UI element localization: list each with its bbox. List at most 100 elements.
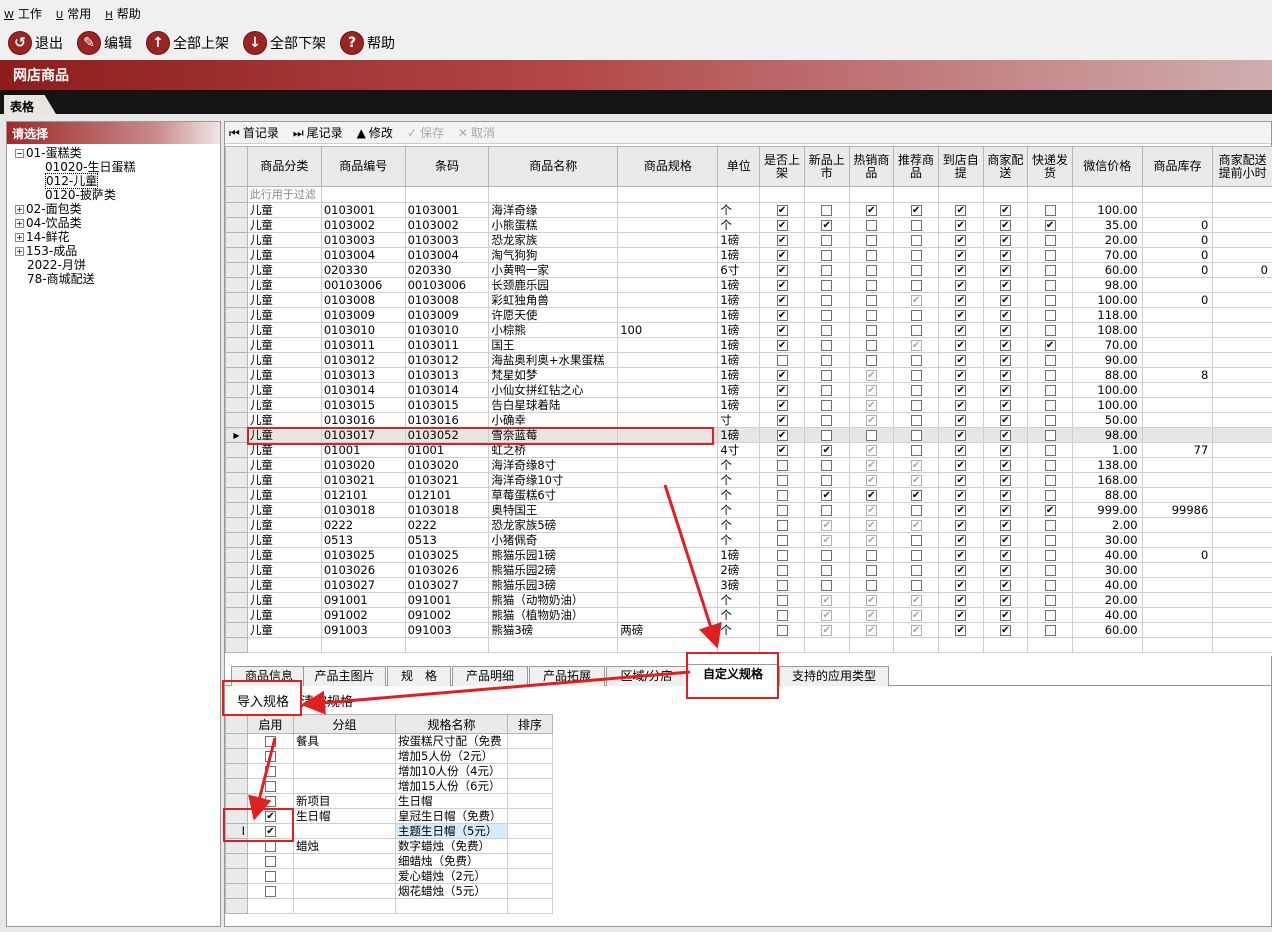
expand-icon[interactable]: +: [15, 246, 24, 256]
grid-checkbox[interactable]: [821, 579, 833, 591]
grid-checkbox[interactable]: [955, 339, 967, 351]
grid-checkbox[interactable]: [910, 339, 922, 351]
grid-checkbox[interactable]: [821, 429, 833, 441]
sort-cell[interactable]: [507, 778, 553, 794]
table-cell[interactable]: [1212, 532, 1272, 548]
table-cell[interactable]: [1212, 412, 1272, 428]
grid-checkbox[interactable]: [999, 624, 1011, 636]
grid-checkbox[interactable]: [910, 204, 922, 216]
table-cell[interactable]: [1212, 457, 1272, 473]
table-cell[interactable]: 0103026: [320, 562, 406, 578]
table-row[interactable]: 儿童091002091002熊猫（植物奶油）个40.00: [225, 607, 1272, 623]
table-cell[interactable]: 1.00: [1071, 442, 1143, 458]
table-cell[interactable]: [617, 292, 719, 308]
table-row[interactable]: 儿童091001091001熊猫（动物奶油）个20.00: [225, 592, 1272, 608]
grid-checkbox[interactable]: [865, 264, 877, 276]
table-cell[interactable]: 儿童: [246, 457, 322, 473]
table-cell[interactable]: 100.00: [1071, 382, 1143, 398]
spec-column-header[interactable]: 排序: [507, 714, 553, 734]
table-cell[interactable]: 108.00: [1071, 322, 1143, 338]
table-cell[interactable]: 儿童: [246, 322, 322, 338]
grid-checkbox[interactable]: [821, 504, 833, 516]
table-cell[interactable]: 小仙女拼红钻之心: [488, 382, 619, 398]
table-cell[interactable]: [617, 217, 719, 233]
table-cell[interactable]: [617, 517, 719, 533]
table-cell[interactable]: 小确幸: [488, 412, 619, 428]
table-cell[interactable]: 0103008: [404, 292, 490, 308]
table-cell[interactable]: 告白星球着陆: [488, 397, 619, 413]
grid-checkbox[interactable]: [821, 549, 833, 561]
table-cell[interactable]: 1磅: [717, 352, 761, 368]
grid-checkbox[interactable]: [955, 384, 967, 396]
enable-checkbox[interactable]: [265, 825, 276, 837]
table-cell[interactable]: [617, 457, 719, 473]
grid-checkbox[interactable]: [865, 594, 877, 606]
table-cell[interactable]: 儿童: [246, 202, 322, 218]
table-cell[interactable]: 0103002: [404, 217, 490, 233]
grid-checkbox[interactable]: [1044, 489, 1056, 501]
grid-checkbox[interactable]: [1044, 279, 1056, 291]
grid-checkbox[interactable]: [999, 279, 1011, 291]
filter-cell[interactable]: [982, 186, 1029, 203]
table-cell[interactable]: 0103003: [320, 232, 406, 248]
column-header[interactable]: 商品库存: [1141, 146, 1214, 187]
grid-checkbox[interactable]: [776, 204, 788, 216]
table-cell[interactable]: 儿童: [246, 547, 322, 563]
table-cell[interactable]: 100: [617, 322, 719, 338]
table-cell[interactable]: [617, 367, 719, 383]
grid-checkbox[interactable]: [865, 309, 877, 321]
table-cell[interactable]: [617, 442, 719, 458]
grid-checkbox[interactable]: [999, 219, 1011, 231]
table-cell[interactable]: 90.00: [1071, 352, 1143, 368]
grid-checkbox[interactable]: [1044, 264, 1056, 276]
grid-checkbox[interactable]: [1044, 609, 1056, 621]
table-cell[interactable]: 雪奈蓝莓: [488, 427, 619, 443]
table-cell[interactable]: 0103003: [404, 232, 490, 248]
expand-icon[interactable]: +: [15, 204, 24, 214]
spec-name-cell[interactable]: 主题生日帽（5元）: [395, 823, 508, 839]
table-cell[interactable]: 儿童: [246, 337, 322, 353]
table-cell[interactable]: [617, 277, 719, 293]
grid-checkbox[interactable]: [999, 234, 1011, 246]
grid-checkbox[interactable]: [776, 324, 788, 336]
sort-cell[interactable]: [507, 748, 553, 764]
toolbar-button-2[interactable]: ↑ 全部上架: [146, 31, 229, 55]
sort-cell[interactable]: [507, 838, 553, 854]
grid-checkbox[interactable]: [821, 204, 833, 216]
grid-checkbox[interactable]: [865, 339, 877, 351]
table-row[interactable]: 儿童020330020330小黄鸭一家6寸60.0000: [225, 262, 1272, 278]
filter-cell[interactable]: [1141, 186, 1214, 203]
table-row[interactable]: 儿童01030150103015告白星球着陆1磅100.00: [225, 397, 1272, 413]
table-cell[interactable]: 个: [717, 472, 761, 488]
table-cell[interactable]: 0103027: [404, 577, 490, 593]
table-row[interactable]: 儿童01030210103021海洋奇缘10寸个168.00: [225, 472, 1272, 488]
grid-checkbox[interactable]: [865, 519, 877, 531]
sort-cell[interactable]: [507, 808, 553, 824]
table-row[interactable]: 儿童01030130103013梵星如梦1磅88.008: [225, 367, 1272, 383]
grid-checkbox[interactable]: [776, 489, 788, 501]
grid-checkbox[interactable]: [776, 384, 788, 396]
table-cell[interactable]: [617, 202, 719, 218]
table-cell[interactable]: [1212, 202, 1272, 218]
filter-cell[interactable]: [803, 186, 850, 203]
grid-checkbox[interactable]: [776, 534, 788, 546]
table-cell[interactable]: [1141, 607, 1214, 623]
table-cell[interactable]: 0103013: [404, 367, 490, 383]
table-cell[interactable]: 1磅: [717, 397, 761, 413]
table-cell[interactable]: 熊猫乐园1磅: [488, 547, 619, 563]
grid-checkbox[interactable]: [776, 624, 788, 636]
table-cell[interactable]: 1磅: [717, 367, 761, 383]
grid-checkbox[interactable]: [1044, 324, 1056, 336]
grid-checkbox[interactable]: [999, 489, 1011, 501]
table-cell[interactable]: 儿童: [246, 442, 322, 458]
grid-checkbox[interactable]: [865, 249, 877, 261]
grid-checkbox[interactable]: [910, 309, 922, 321]
toolbar-button-4[interactable]: ? 帮助: [340, 31, 395, 55]
grid-checkbox[interactable]: [955, 474, 967, 486]
table-cell[interactable]: 小猪佩奇: [488, 532, 619, 548]
table-row[interactable]: 儿童01030120103012海盐奥利奥+水果蛋糕1磅90.00: [225, 352, 1272, 368]
table-row[interactable]: 儿童01030160103016小确幸寸50.00: [225, 412, 1272, 428]
spec-name-cell[interactable]: 烟花蜡烛（5元）: [395, 883, 508, 899]
table-cell[interactable]: [1212, 232, 1272, 248]
grid-checkbox[interactable]: [910, 549, 922, 561]
